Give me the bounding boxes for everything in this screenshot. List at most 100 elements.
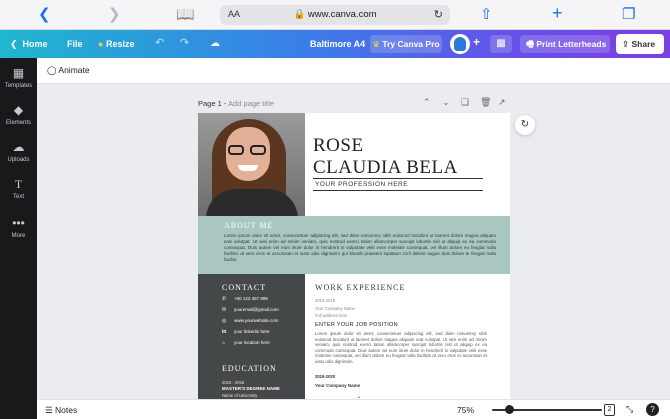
insights-chart-icon[interactable]: ▩ bbox=[490, 35, 512, 53]
work-address: Full address here bbox=[315, 313, 348, 318]
move-page-up-icon[interactable]: ⌃ bbox=[423, 97, 431, 108]
share-sheet-icon[interactable]: ⇧ bbox=[480, 6, 493, 24]
forward-icon[interactable]: ❯ bbox=[108, 6, 121, 24]
editor-footer: ☰ Notes 75% 2 ⤡ ? bbox=[37, 399, 670, 419]
upload-cloud-icon: ☁ bbox=[12, 140, 25, 154]
contact-phone: ✆ +00 123 457 895 bbox=[222, 295, 268, 303]
sidebar-item-templates[interactable]: ▦ Templates bbox=[0, 66, 37, 90]
design-page[interactable]: ROSE CLAUDIA BELA YOUR PROFESSION HERE A… bbox=[198, 113, 510, 399]
home-icon: ⌂ bbox=[222, 340, 226, 346]
file-menu[interactable]: File bbox=[67, 37, 83, 51]
fullscreen-icon[interactable]: ⤡ bbox=[626, 404, 633, 415]
page-count-button[interactable]: 2 bbox=[604, 404, 615, 416]
sidebar-item-text[interactable]: T Text bbox=[0, 177, 37, 201]
divider bbox=[313, 178, 483, 179]
contact-title: CONTACT bbox=[222, 283, 267, 292]
elements-icon: ◆ bbox=[13, 103, 24, 117]
work-description: Lorem ipsum dolor sit amet, consectetuer… bbox=[315, 331, 487, 364]
profile-photo[interactable] bbox=[198, 113, 305, 216]
home-button[interactable]: ❮ Home bbox=[10, 37, 48, 51]
about-text: Lorem ipsum dolor sit amet, consectetuer… bbox=[224, 233, 496, 262]
delete-page-icon[interactable]: 🗑 bbox=[480, 97, 491, 108]
print-letterheads-button[interactable]: 🖷 Print Letterheads bbox=[520, 35, 610, 53]
work-title: WORK EXPERIENCE bbox=[315, 283, 406, 292]
add-page-title[interactable]: Add page title bbox=[228, 99, 274, 108]
try-pro-button[interactable]: ♛ Try Canva Pro bbox=[370, 35, 442, 53]
first-name: ROSE bbox=[313, 135, 364, 156]
animate-label: Animate bbox=[58, 65, 90, 75]
work-company: Your Company Name bbox=[315, 306, 355, 311]
comment-icon[interactable]: ↻ bbox=[515, 115, 535, 135]
back-icon[interactable]: ❮ bbox=[38, 6, 51, 24]
url-value: www.canva.com bbox=[307, 9, 377, 20]
sidebar-item-label: More bbox=[11, 233, 26, 239]
work-job-title: ENTER YOUR JOB POSITION bbox=[315, 322, 398, 328]
share-button[interactable]: ⇪ Share bbox=[616, 34, 664, 54]
sidebar-item-label: Text bbox=[12, 194, 24, 200]
tabs-icon[interactable]: ❐ bbox=[622, 6, 635, 24]
work-dates: 2016-2018 bbox=[315, 298, 336, 303]
zoom-level[interactable]: 75% bbox=[457, 405, 474, 415]
url-text: 🔒 www.canva.com bbox=[293, 9, 377, 20]
linkedin-text: your linkedin here bbox=[234, 329, 270, 334]
address-bar[interactable]: AA 🔒 www.canva.com ↻ bbox=[220, 5, 450, 25]
new-tab-icon[interactable]: + bbox=[552, 4, 563, 22]
notes-label: Notes bbox=[54, 405, 78, 415]
about-section[interactable]: ABOUT ME Lorem ipsum dolor sit amet, con… bbox=[198, 216, 510, 274]
sidebar-item-label: Uploads bbox=[7, 157, 30, 163]
home-label: Home bbox=[22, 39, 48, 49]
resize-label: Resize bbox=[105, 39, 135, 49]
context-toolbar: ◯ Animate bbox=[37, 58, 670, 84]
sidebar-item-label: Templates bbox=[4, 83, 33, 89]
contact-email: ✉ youremail@gmail.com bbox=[222, 306, 279, 314]
profession-text[interactable]: YOUR PROFESSION HERE bbox=[315, 181, 408, 188]
notes-button[interactable]: ☰ Notes bbox=[45, 405, 77, 416]
crown-icon: ● bbox=[98, 39, 104, 49]
work-dates-2: 2018-2020 bbox=[315, 374, 336, 379]
undo-icon[interactable]: ↶ bbox=[155, 36, 164, 50]
sidebar-item-elements[interactable]: ◆ Elements bbox=[0, 103, 37, 127]
reload-icon[interactable]: ↻ bbox=[434, 8, 443, 21]
divider bbox=[313, 190, 483, 191]
photo-glasses bbox=[228, 145, 268, 155]
work-section[interactable]: WORK EXPERIENCE 2016-2018 Your Company N… bbox=[315, 274, 495, 399]
website-text: www.yourwebsite.com bbox=[234, 318, 279, 323]
animate-button[interactable]: ◯ Animate bbox=[47, 65, 90, 76]
sidebar-item-more[interactable]: ••• More bbox=[0, 216, 37, 240]
page-label: Page 1 bbox=[198, 99, 222, 108]
document-title[interactable]: Baltimore A4 bbox=[310, 37, 365, 51]
resume-name[interactable]: ROSE CLAUDIA BELA bbox=[313, 135, 458, 179]
left-sidebar: ▦ Templates ◆ Elements ☁ Uploads T Text … bbox=[0, 58, 37, 419]
crown-icon: ♛ bbox=[372, 39, 381, 49]
last-name: CLAUDIA BELA bbox=[313, 157, 458, 178]
add-page-icon[interactable]: ↗ bbox=[498, 97, 506, 108]
photo-body bbox=[206, 189, 298, 216]
work-company-2: Your Company Name bbox=[315, 383, 361, 388]
share-label: Share bbox=[631, 39, 656, 49]
contact-column[interactable]: CONTACT ✆ +00 123 457 895 ✉ youremail@gmai… bbox=[198, 274, 305, 399]
education-school: Name of University bbox=[222, 393, 258, 398]
zoom-slider-handle[interactable] bbox=[505, 405, 514, 414]
email-text: youremail@gmail.com bbox=[234, 307, 279, 312]
help-icon[interactable]: ? bbox=[646, 403, 659, 416]
try-pro-label: Try Canva Pro bbox=[382, 39, 440, 49]
photo-smile bbox=[238, 165, 258, 171]
cloud-saved-icon: ☁ bbox=[210, 38, 220, 49]
education-dates: 2015 - 2016 bbox=[222, 380, 245, 385]
contact-website: ◎ www.yourwebsite.com bbox=[222, 317, 279, 325]
resize-button[interactable]: ● Resize bbox=[98, 37, 134, 51]
bookmarks-icon[interactable]: 📖 bbox=[176, 6, 195, 24]
email-icon: ✉ bbox=[222, 307, 227, 313]
globe-icon: ◎ bbox=[222, 318, 227, 324]
location-text: your location here bbox=[234, 340, 270, 345]
move-page-down-icon[interactable]: ⌄ bbox=[442, 97, 450, 108]
about-title: ABOUT ME bbox=[224, 221, 274, 230]
text-icon: T bbox=[14, 177, 23, 191]
duplicate-page-icon[interactable]: ❏ bbox=[461, 97, 469, 108]
redo-icon[interactable]: ↷ bbox=[180, 36, 189, 50]
add-collaborator-icon[interactable]: + bbox=[473, 35, 480, 49]
education-title: EDUCATION bbox=[222, 364, 277, 373]
sidebar-item-uploads[interactable]: ☁ Uploads bbox=[0, 140, 37, 164]
phone-text: +00 123 457 895 bbox=[234, 296, 268, 301]
avatar[interactable] bbox=[450, 34, 470, 54]
